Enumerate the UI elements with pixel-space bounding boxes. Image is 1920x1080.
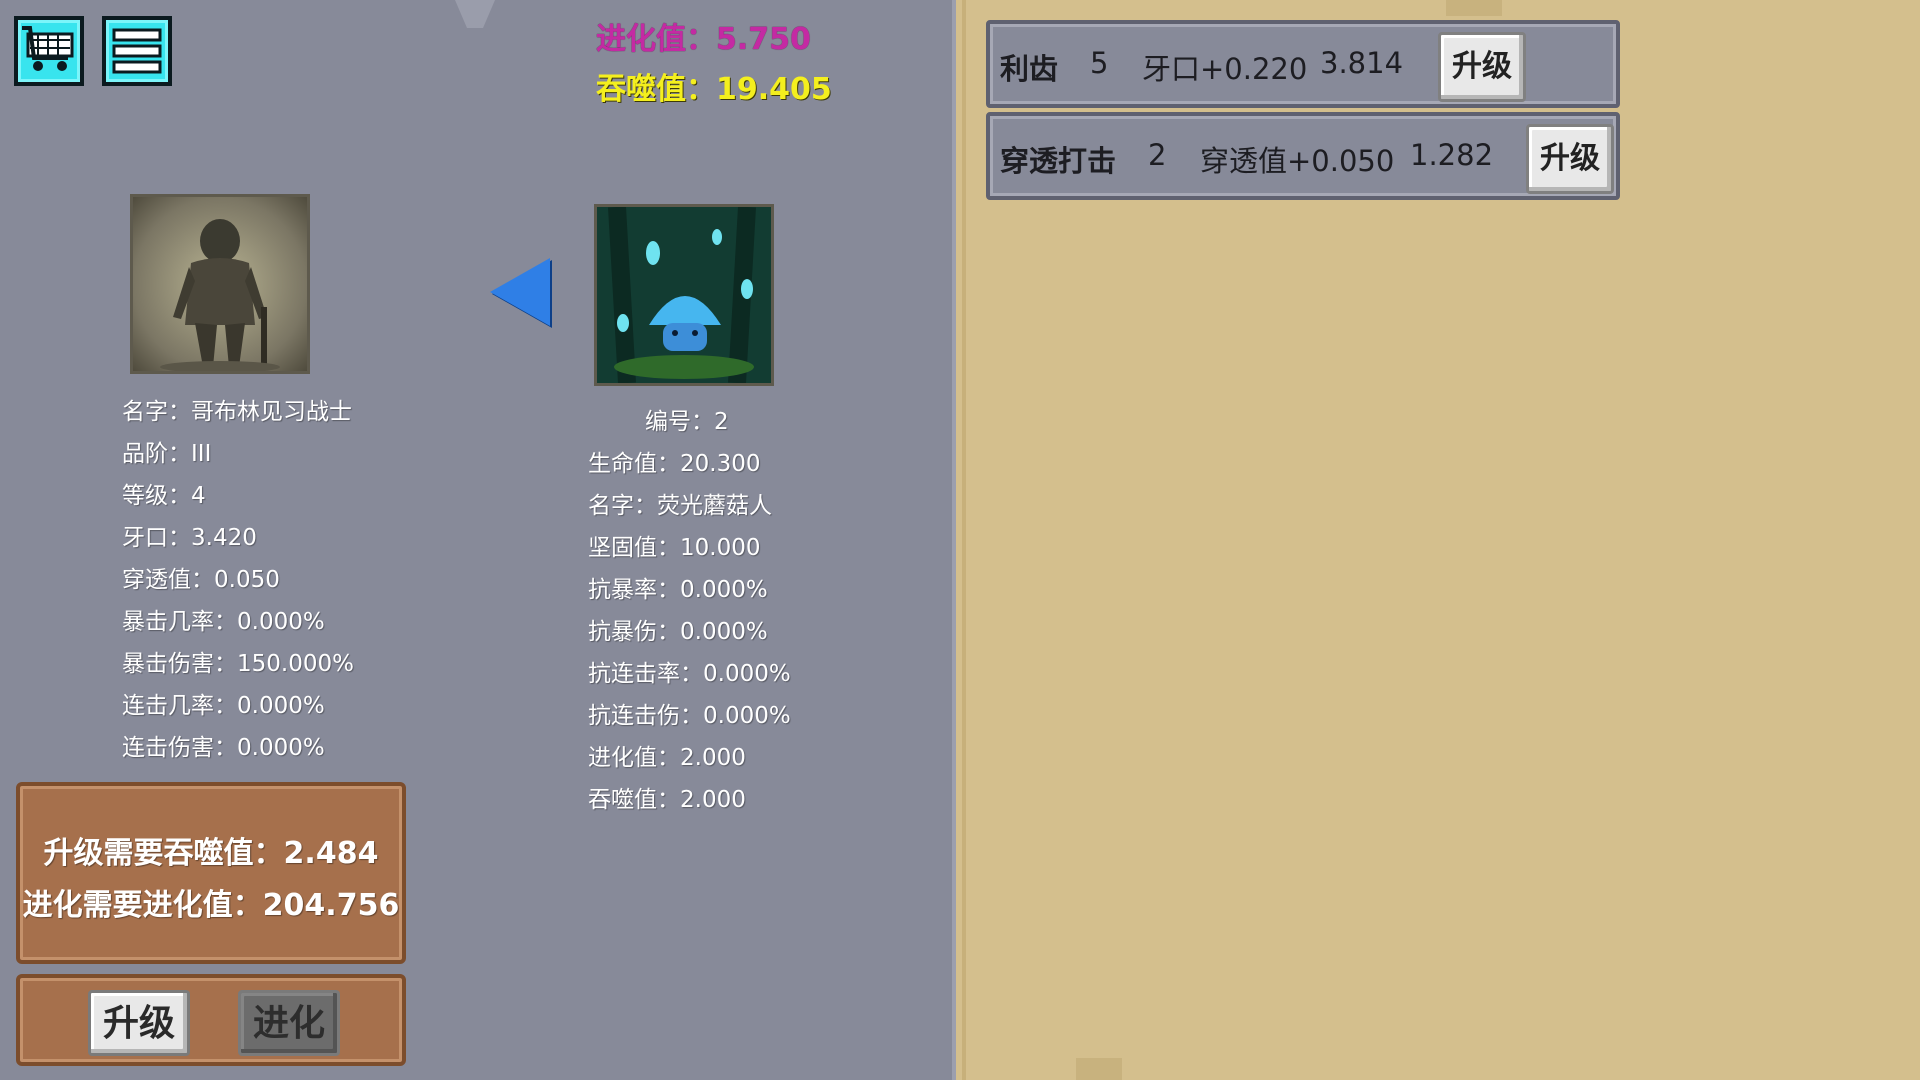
- skill-cost: 3.814: [1320, 46, 1404, 80]
- player-stat-penetration: 穿透值：0.050: [122, 567, 280, 593]
- enemy-stat-name: 名字：荧光蘑菇人: [588, 493, 772, 519]
- requirements-box: 升级需要吞噬值：2.484 进化需要进化值：204.756: [16, 782, 406, 964]
- enemy-stat-evolution: 进化值：2.000: [588, 745, 746, 771]
- skill-name: 利齿: [1000, 52, 1059, 86]
- evolve-button[interactable]: 进化: [238, 990, 340, 1056]
- menu-list-icon[interactable]: [102, 16, 172, 86]
- skill-name: 穿透打击: [1000, 144, 1117, 178]
- enemy-portrait: [594, 204, 774, 386]
- enemy-stat-toughness: 坚固值：10.000: [588, 535, 761, 561]
- evolve-requirement: 进化需要进化值：204.756: [22, 888, 400, 923]
- enemy-stat-combo-damage-resist: 抗连击伤：0.000%: [588, 703, 791, 729]
- player-stat-bite: 牙口：3.420: [122, 525, 257, 551]
- enemy-stat-combo-resist: 抗连击率：0.000%: [588, 661, 791, 687]
- player-stat-crit-damage: 暴击伤害：150.000%: [122, 651, 354, 677]
- skill-level: 2: [1148, 138, 1167, 172]
- player-stat-crit-rate: 暴击几率：0.000%: [122, 609, 325, 635]
- skill-effect: 穿透值+0.050: [1200, 144, 1395, 178]
- enemy-stat-hp: 生命值：20.300: [588, 451, 761, 477]
- skill-effect: 牙口+0.220: [1142, 52, 1308, 86]
- player-stat-level: 等级：4: [122, 483, 206, 509]
- skill-cost: 1.282: [1410, 138, 1494, 172]
- skill-row: 穿透打击 2 穿透值+0.050 1.282 升级: [986, 112, 1620, 200]
- player-portrait: [130, 194, 310, 374]
- player-stat-combo-damage: 连击伤害：0.000%: [122, 735, 325, 761]
- skill-row: 利齿 5 牙口+0.220 3.814 升级: [986, 20, 1620, 108]
- player-stat-rank: 品阶：III: [122, 441, 212, 467]
- evolution-points-display: 进化值：5.750: [596, 22, 811, 57]
- skill-level: 5: [1090, 46, 1109, 80]
- devour-points-display: 吞噬值：19.405: [596, 72, 832, 107]
- enemy-stat-crit-resist: 抗暴率：0.000%: [588, 577, 768, 603]
- upgrade-requirement: 升级需要吞噬值：2.484: [43, 836, 379, 871]
- player-stat-combo-rate: 连击几率：0.000%: [122, 693, 325, 719]
- skill-upgrade-button[interactable]: 升级: [1438, 32, 1526, 102]
- player-stat-name: 名字：哥布林见习战士: [122, 399, 352, 425]
- enemy-stat-id: 编号：2: [645, 409, 729, 435]
- left-arrow-icon: [490, 258, 550, 326]
- enemy-stat-devour: 吞噬值：2.000: [588, 787, 746, 813]
- skills-panel: 利齿 5 牙口+0.220 3.814 升级 穿透打击 2 穿透值+0.050 …: [962, 0, 1920, 1080]
- character-panel: 进化值：5.750 吞噬值：19.405 名字：哥布林见习战士 品阶：III 等…: [0, 0, 956, 1080]
- shop-cart-icon[interactable]: [14, 16, 84, 86]
- skill-upgrade-button[interactable]: 升级: [1526, 124, 1614, 194]
- action-bar: 升级 进化: [16, 974, 406, 1066]
- enemy-stat-crit-damage-resist: 抗暴伤：0.000%: [588, 619, 768, 645]
- upgrade-button[interactable]: 升级: [88, 990, 190, 1056]
